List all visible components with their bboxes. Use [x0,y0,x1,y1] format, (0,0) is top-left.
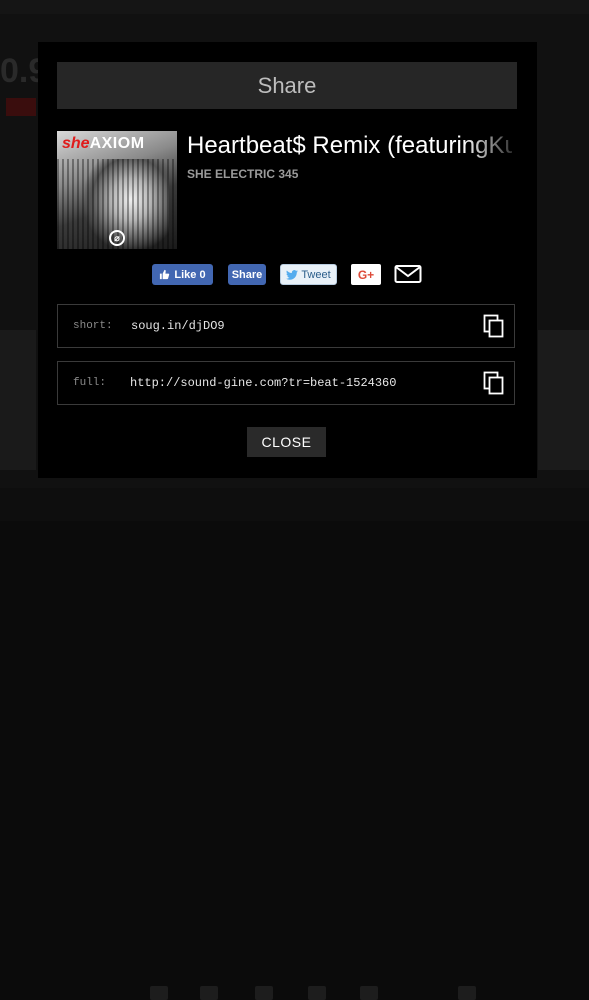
track-artist: SHE ELECTRIC 345 [187,167,299,181]
facebook-like-button[interactable]: Like 0 [152,264,213,285]
shuffle-icon [360,986,378,1000]
short-link-field[interactable]: short: soug.in/djDO9 [57,304,515,348]
twitter-icon [286,269,299,280]
cover-logo-icon: ⌀ [109,230,125,246]
repeat-icon [150,986,168,1000]
modal-title: Share [57,62,517,109]
background-left-artwork [0,330,36,470]
close-button[interactable]: CLOSE [247,427,326,457]
cover-brand: sheAXIOM [62,135,145,153]
thumbs-up-icon [160,269,170,280]
album-cover: sheAXIOM ⌀ [57,131,177,249]
short-link-value[interactable]: soug.in/djDO9 [131,319,225,333]
background-right-artwork [538,330,589,470]
facebook-share-button[interactable]: Share [228,264,266,285]
play-icon [255,986,273,1000]
copy-icon[interactable] [483,314,505,338]
full-link-value[interactable]: http://sound-gine.com?tr=beat-1524360 [130,376,396,390]
background-player-bar [0,488,589,1000]
track-title: Heartbeat$ Remix (featuringKu [187,132,512,159]
cover-brand-she: she [62,135,90,152]
background-top-bar [0,0,589,14]
previous-icon [200,986,218,1000]
copy-icon[interactable] [483,371,505,395]
volume-icon [458,986,476,1000]
short-link-label: short: [73,320,113,332]
background-red-badge [6,98,36,116]
next-icon [308,986,326,1000]
cover-brand-axiom: AXIOM [89,135,145,152]
facebook-like-label: Like 0 [174,268,206,281]
tweet-button[interactable]: Tweet [280,264,337,285]
google-plus-button[interactable]: G+ [351,264,381,285]
tweet-label: Tweet [301,268,331,281]
share-modal: Share sheAXIOM ⌀ Heartbeat$ Remix (featu… [38,42,537,478]
mail-icon [394,265,422,283]
full-link-label: full: [73,377,107,389]
email-share-button[interactable] [394,263,422,285]
full-link-field[interactable]: full: http://sound-gine.com?tr=beat-1524… [57,361,515,405]
